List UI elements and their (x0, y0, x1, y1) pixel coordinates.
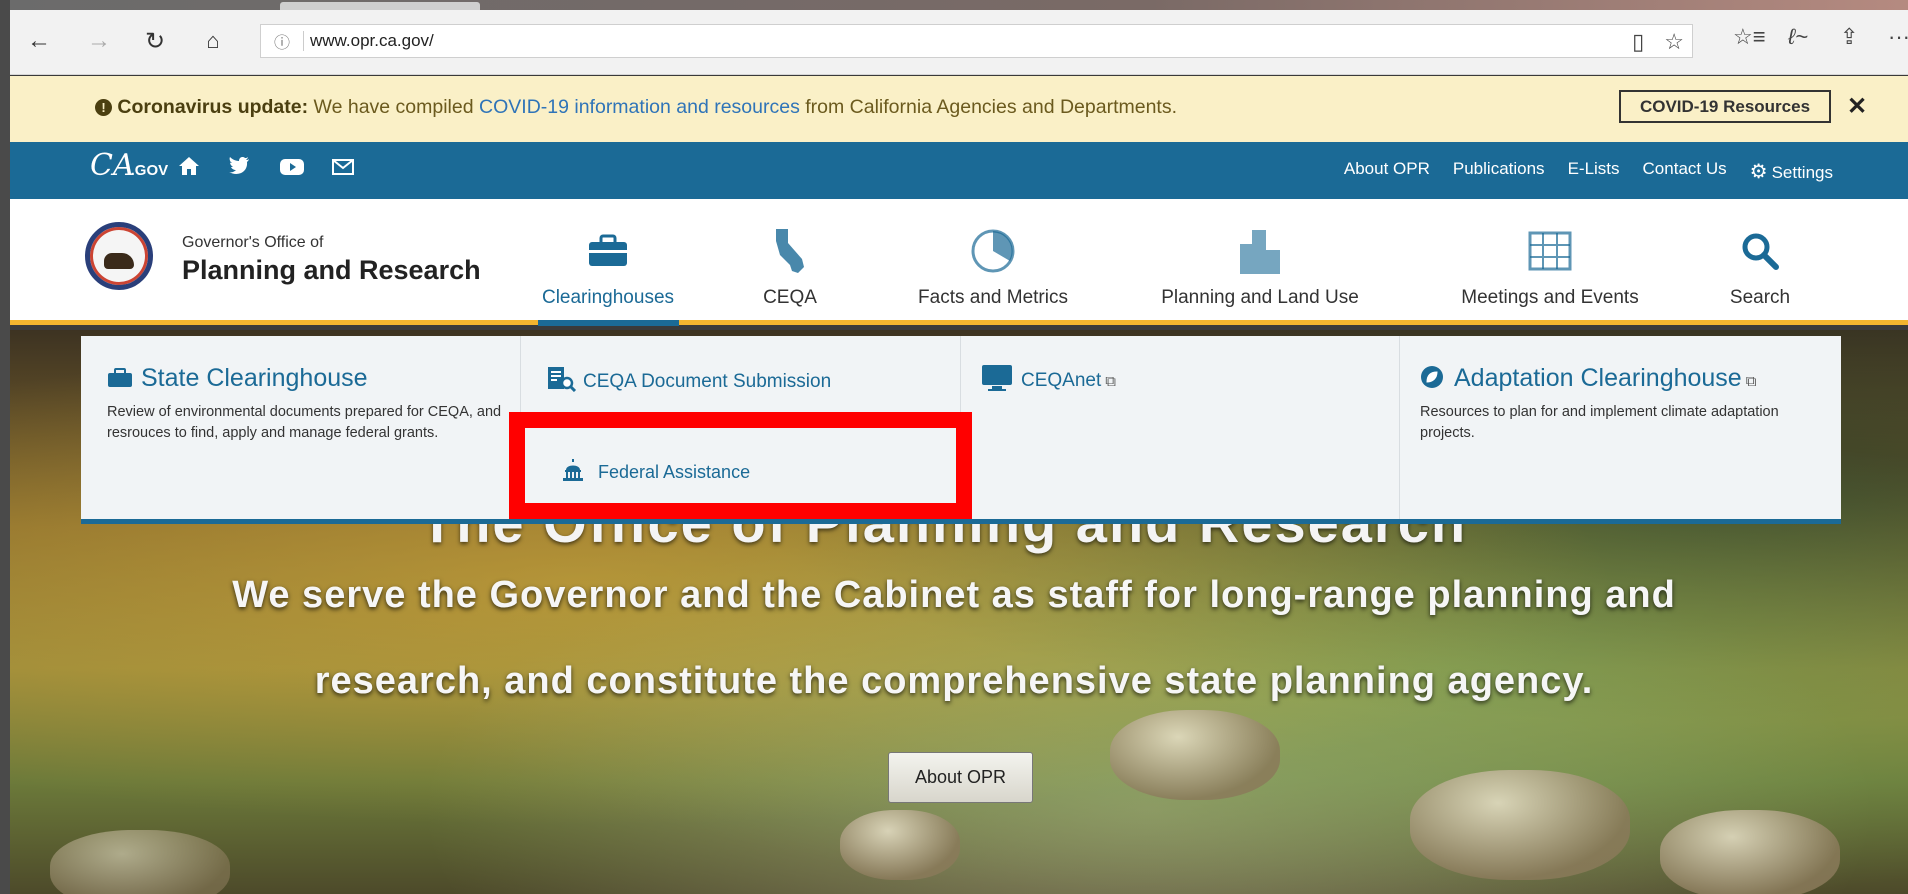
covid-text-after: from California Agencies and Departments… (799, 96, 1178, 118)
close-icon[interactable]: ✕ (1847, 92, 1867, 121)
adaptation-title: Adaptation Clearinghouse (1454, 364, 1742, 392)
adaptation-clearinghouse-link[interactable]: Adaptation Clearinghouse ⧉ (1420, 364, 1756, 393)
settings-label: Settings (1771, 163, 1833, 182)
pen-icon[interactable]: ℓ~ (1788, 24, 1808, 50)
covid-banner: ! Coronavirus update: We have compiled C… (10, 76, 1908, 142)
nav-facts-and-metrics[interactable]: Facts and Metrics (903, 199, 1083, 325)
browser-tab[interactable] (280, 2, 480, 10)
california-state-icon (772, 229, 808, 273)
dropdown-column: CEQAnet ⧉ (961, 336, 1400, 519)
forward-arrow-icon[interactable]: → (82, 24, 116, 58)
hero-rock-image (1660, 810, 1840, 894)
nav-planning-and-land-use[interactable]: Planning and Land Use (1150, 199, 1370, 325)
leaf-circle-icon (1421, 366, 1443, 388)
gear-icon: ⚙ (1749, 161, 1768, 183)
nav-label: CEQA (763, 287, 817, 308)
refresh-icon[interactable]: ↻ (138, 24, 172, 58)
pie-chart-icon (970, 229, 1016, 273)
twitter-icon[interactable] (228, 156, 250, 182)
briefcase-icon (587, 229, 629, 273)
about-opr-link[interactable]: About OPR (1344, 159, 1430, 184)
utility-links: About OPR Publications E-Lists Contact U… (1344, 159, 1833, 184)
highlight-annotation-box (509, 412, 972, 519)
info-icon[interactable]: ⓘ (267, 29, 297, 53)
monitor-icon (982, 365, 1012, 391)
covid-banner-text: ! Coronavirus update: We have compiled C… (95, 96, 1177, 119)
search-icon (1740, 229, 1780, 273)
back-arrow-icon[interactable]: ← (22, 24, 56, 58)
covid-info-link[interactable]: COVID-19 information and resources (479, 96, 800, 118)
nav-label: Search (1729, 287, 1791, 308)
more-icon[interactable]: ··· (1888, 24, 1908, 50)
nav-search[interactable]: Search (1710, 199, 1810, 325)
state-clearinghouse-desc: Review of environmental documents prepar… (107, 404, 502, 441)
external-link-icon: ⧉ (1745, 373, 1757, 390)
org-name-small: Governor's Office of (182, 234, 324, 251)
reading-view-icon[interactable]: ▯ (1632, 29, 1644, 55)
external-link-icon: ⧉ (1105, 373, 1116, 390)
nav-label: Clearinghouses (541, 287, 675, 308)
hero-rock-image (840, 810, 960, 880)
covid-bold-label: Coronavirus update: (117, 96, 309, 118)
contact-us-link[interactable]: Contact Us (1643, 159, 1727, 184)
about-opr-button[interactable]: About OPR (888, 752, 1033, 803)
nav-meetings-and-events[interactable]: Meetings and Events (1440, 199, 1660, 325)
ceqanet-link[interactable]: CEQAnet ⧉ (981, 364, 1116, 392)
nav-label: Planning and Land Use (1161, 287, 1359, 308)
address-bar[interactable]: ⓘ www.opr.ca.gov/ ▯ ☆ (260, 24, 1693, 58)
org-name-large[interactable]: Planning and Research (182, 255, 481, 286)
utility-bar: CA.GOV About OPR Publications E-Lists Co… (10, 142, 1908, 199)
hero-rock-image (1110, 710, 1280, 800)
nav-active-indicator (538, 320, 679, 326)
publications-link[interactable]: Publications (1453, 159, 1545, 184)
nav-label: Facts and Metrics (918, 287, 1068, 308)
settings-link[interactable]: ⚙ Settings (1750, 159, 1833, 184)
nav-clearinghouses[interactable]: Clearinghouses (528, 199, 688, 325)
dropdown-column: Adaptation Clearinghouse ⧉ Resources to p… (1400, 336, 1841, 519)
covid-resources-button[interactable]: COVID-19 Resources (1619, 90, 1831, 123)
alert-icon: ! (95, 99, 112, 116)
nav-label: Meetings and Events (1461, 287, 1639, 308)
tab-strip (10, 0, 1908, 10)
youtube-icon[interactable] (280, 156, 304, 182)
dropdown-column: State Clearinghouse Review of environmen… (81, 336, 521, 519)
opr-seal-logo[interactable] (85, 222, 153, 290)
share-icon[interactable]: ⇪ (1840, 24, 1858, 50)
hero-text-line-1: We serve the Governor and the Cabinet as… (232, 574, 1676, 616)
ca-gov-logo[interactable]: CA.GOV (90, 148, 168, 183)
window-frame-left (0, 0, 10, 894)
e-lists-link[interactable]: E-Lists (1568, 159, 1620, 184)
address-bar-actions: ▯ ☆ (1632, 29, 1684, 55)
address-separator (303, 31, 304, 51)
city-buildings-icon (1238, 229, 1282, 274)
state-clearinghouse-link[interactable]: State Clearinghouse (107, 364, 368, 393)
adaptation-desc: Resources to plan for and implement clim… (1420, 404, 1779, 441)
url-text[interactable]: www.opr.ca.gov/ (310, 31, 434, 51)
gov-logo-text: .GOV (130, 162, 169, 179)
document-search-icon (548, 367, 577, 393)
favorites-list-icon[interactable]: ☆≡ (1733, 24, 1766, 50)
hero-text-line-2: research, and constitute the comprehensi… (314, 660, 1594, 702)
briefcase-icon (108, 368, 132, 387)
ceqa-submission-label: CEQA Document Submission (583, 371, 832, 392)
site-header: Governor's Office of Planning and Resear… (10, 199, 1908, 326)
home-icon[interactable]: ⌂ (196, 24, 230, 58)
covid-text-before: We have compiled (308, 96, 480, 118)
ceqa-document-submission-link[interactable]: CEQA Document Submission (547, 366, 831, 393)
email-icon[interactable] (332, 156, 354, 182)
favorite-star-icon[interactable]: ☆ (1664, 29, 1684, 55)
nav-ceqa[interactable]: CEQA (745, 199, 835, 325)
state-clearinghouse-title: State Clearinghouse (141, 364, 368, 392)
hero-rock-image (50, 830, 230, 894)
browser-toolbar: ← → ↻ ⌂ ⓘ www.opr.ca.gov/ ▯ ☆ ☆≡ ℓ~ ⇪ ··… (10, 10, 1908, 75)
ca-logo-text: CA (90, 148, 135, 183)
ceqanet-label: CEQAnet (1021, 370, 1102, 391)
hero-rock-image (1410, 770, 1630, 880)
calendar-grid-icon (1528, 229, 1572, 273)
home-icon[interactable] (178, 156, 200, 182)
